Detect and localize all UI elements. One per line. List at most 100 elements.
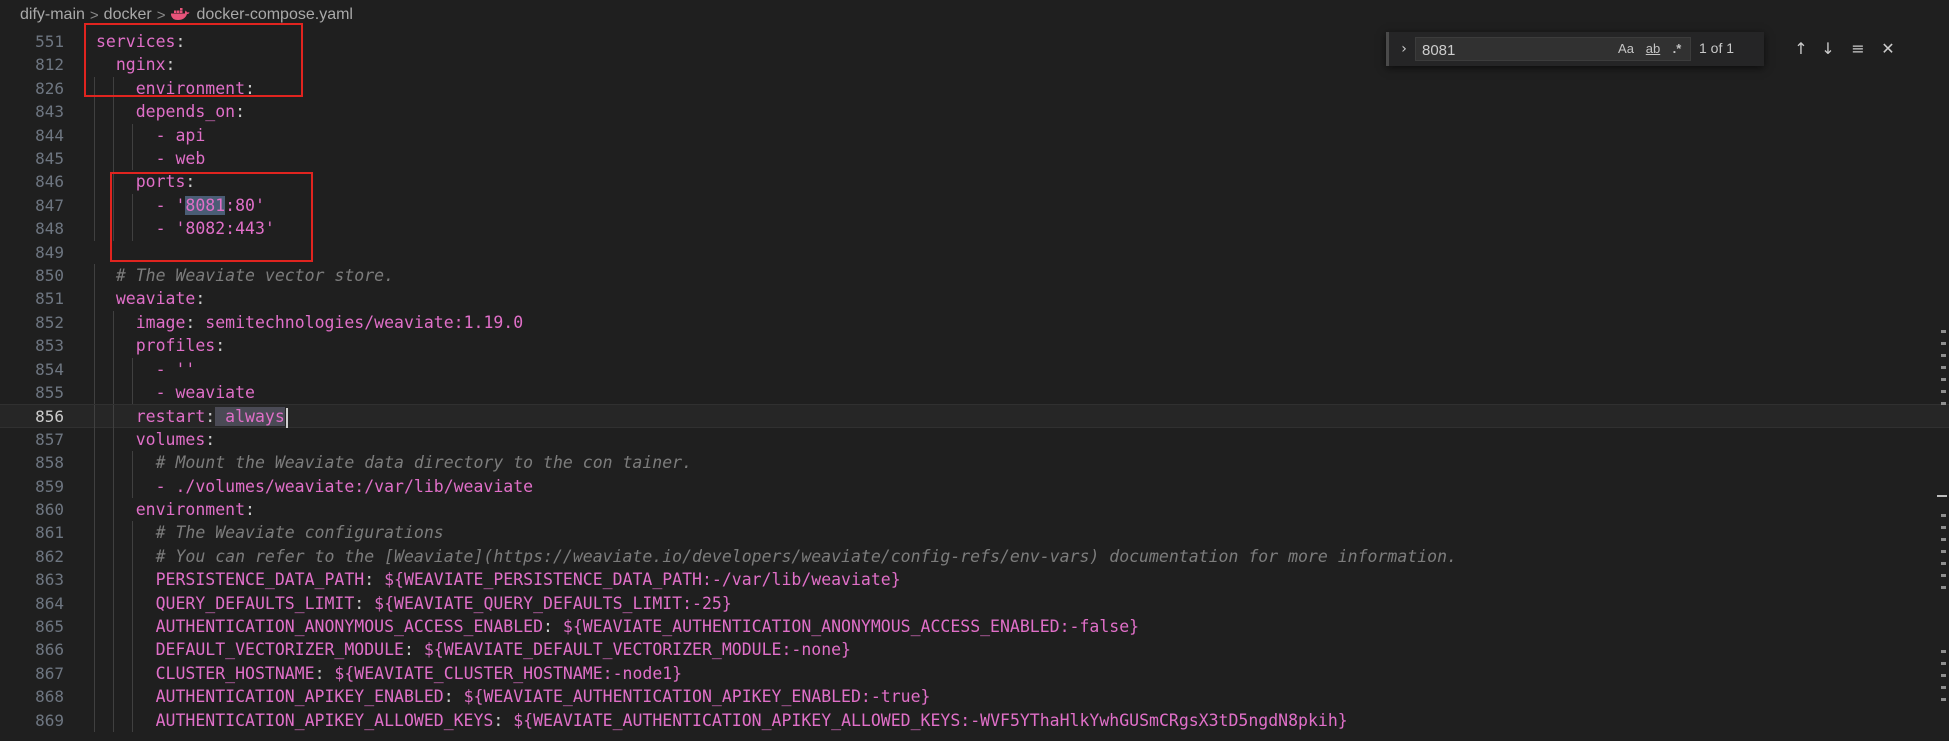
yaml-value: ${WEAVIATE_QUERY_DEFAULTS_LIMIT:-25}: [364, 593, 732, 613]
yaml-key: restart: [135, 407, 206, 427]
yaml-comment: # The Weaviate vector store.: [115, 266, 395, 285]
code-line[interactable]: 864 QUERY_DEFAULTS_LIMIT: ${WEAVIATE_QUE…: [0, 591, 1949, 615]
ruler-mark: [1941, 390, 1946, 393]
indent-guide: [94, 427, 95, 452]
yaml-key: profiles: [135, 336, 216, 356]
yaml-key: PERSISTENCE_DATA_PATH: [155, 570, 365, 590]
code-editor[interactable]: 551 services: 812 nginx: 826 environment: 84…: [0, 30, 1949, 741]
yaml-key: weaviate: [115, 289, 196, 309]
code-line[interactable]: 866 DEFAULT_VECTORIZER_MODULE: ${WEAVIAT…: [0, 638, 1949, 662]
line-number: 867: [35, 663, 64, 683]
ruler-cursor-mark: [1937, 495, 1947, 497]
indent-guide: [113, 123, 115, 147]
yaml-value: ${WEAVIATE_DEFAULT_VECTORIZER_MODULE:-no…: [413, 640, 851, 660]
line-number: 864: [35, 593, 64, 613]
yaml-key: DEFAULT_VECTORIZER_MODULE: [155, 640, 404, 660]
line-number: 866: [35, 640, 64, 660]
code-line[interactable]: 856 restart: always: [0, 404, 1949, 429]
line-number: 865: [35, 617, 64, 636]
yaml-comment: # You can refer to the [Weaviate](https:…: [155, 546, 1457, 566]
code-line[interactable]: 850 # The Weaviate vector store.: [0, 264, 1949, 288]
code-line[interactable]: 857 volumes:: [0, 427, 1949, 452]
indent-guide: [132, 474, 134, 498]
whole-word-icon[interactable]: ab: [1642, 40, 1664, 58]
indent-guide: [113, 147, 115, 171]
ruler-mark: [1941, 342, 1946, 345]
code-text: # Mount the Weaviate data directory to t…: [96, 451, 692, 474]
indent-guide: [132, 544, 134, 569]
indent-guide: [113, 708, 115, 732]
yaml-key: depends_on: [135, 102, 236, 122]
arrow-up-icon[interactable]: ↑: [1789, 37, 1813, 61]
line-number: 846: [35, 172, 64, 192]
indent-guide: [132, 685, 134, 709]
code-text: # The Weaviate configurations: [96, 521, 444, 544]
code-line[interactable]: 844 - api: [0, 123, 1949, 147]
close-icon[interactable]: ✕: [1876, 37, 1900, 61]
code-line[interactable]: 843 depends_on:: [0, 100, 1949, 124]
annotation-box-ports: [110, 172, 313, 262]
indent-guide: [113, 474, 115, 498]
ruler-mark: [1941, 698, 1946, 701]
find-input[interactable]: [1420, 39, 1574, 61]
indent-guide: [113, 310, 115, 335]
breadcrumb-item-dify-main[interactable]: dify-main: [20, 6, 85, 24]
code-line[interactable]: 862 # You can refer to the [Weaviate](ht…: [0, 544, 1949, 569]
code-line[interactable]: 860 environment:: [0, 498, 1949, 522]
code-text: QUERY_DEFAULTS_LIMIT: ${WEAVIATE_QUERY_D…: [96, 592, 732, 615]
yaml-list-item: - web: [155, 149, 206, 168]
match-case-icon[interactable]: Aa: [1616, 40, 1636, 58]
code-line[interactable]: 851 weaviate:: [0, 287, 1949, 311]
indent-guide: [113, 521, 115, 545]
yaml-key: environment: [135, 500, 246, 519]
line-number: 848: [35, 219, 64, 239]
code-line[interactable]: 854 - '': [0, 357, 1949, 381]
code-text: image: semitechnologies/weaviate:1.19.0: [96, 311, 523, 334]
yaml-value: always: [215, 407, 285, 427]
code-line[interactable]: 867 CLUSTER_HOSTNAME: ${WEAVIATE_CLUSTER…: [0, 661, 1949, 686]
find-input-box: Aa ab .*: [1415, 37, 1691, 61]
code-line[interactable]: 859 - ./volumes/weaviate:/var/lib/weavia…: [0, 474, 1949, 498]
arrow-down-icon[interactable]: ↓: [1816, 37, 1840, 61]
code-line[interactable]: 853 profiles:: [0, 334, 1949, 358]
code-line[interactable]: 855 - weaviate: [0, 381, 1949, 405]
code-line[interactable]: 845 - web: [0, 147, 1949, 171]
code-line[interactable]: 865 AUTHENTICATION_ANONYMOUS_ACCESS_ENAB…: [0, 615, 1949, 639]
code-text: depends_on:: [96, 100, 245, 123]
yaml-colon: :: [185, 312, 196, 332]
code-line[interactable]: 861 # The Weaviate configurations: [0, 521, 1949, 545]
overview-ruler[interactable]: [1935, 30, 1949, 741]
ruler-mark: [1941, 550, 1946, 553]
code-line[interactable]: 858 # Mount the Weaviate data directory …: [0, 451, 1949, 475]
breadcrumb-item-file[interactable]: docker-compose.yaml: [196, 6, 353, 24]
breadcrumb-item-docker[interactable]: docker: [104, 6, 152, 24]
code-line[interactable]: 852 image: semitechnologies/weaviate:1.1…: [0, 310, 1949, 335]
ruler-mark: [1941, 526, 1946, 529]
find-in-selection-icon[interactable]: ≡: [1846, 37, 1870, 61]
ruler-mark: [1941, 366, 1946, 369]
code-line[interactable]: 868 AUTHENTICATION_APIKEY_ENABLED: ${WEA…: [0, 685, 1949, 709]
ruler-mark: [1941, 686, 1946, 689]
code-line[interactable]: 863 PERSISTENCE_DATA_PATH: ${WEAVIATE_PE…: [0, 568, 1949, 592]
indent-guide: [94, 638, 95, 662]
code-text: restart: always: [96, 405, 288, 428]
indent-guide: [94, 357, 95, 381]
indent-guide: [113, 357, 115, 381]
regex-icon[interactable]: .*: [1668, 40, 1686, 58]
indent-guide: [94, 661, 95, 686]
line-number: 847: [35, 195, 64, 215]
code-text: - ./volumes/weaviate:/var/lib/weaviate: [96, 475, 534, 498]
indent-guide: [132, 521, 134, 545]
chevron-right-icon[interactable]: ›: [1395, 38, 1413, 60]
indent-guide: [94, 451, 95, 475]
yaml-colon: :: [364, 570, 375, 590]
indent-guide: [94, 147, 95, 171]
code-line[interactable]: 869 AUTHENTICATION_APIKEY_ALLOWED_KEYS: …: [0, 708, 1949, 732]
indent-guide: [132, 661, 134, 686]
